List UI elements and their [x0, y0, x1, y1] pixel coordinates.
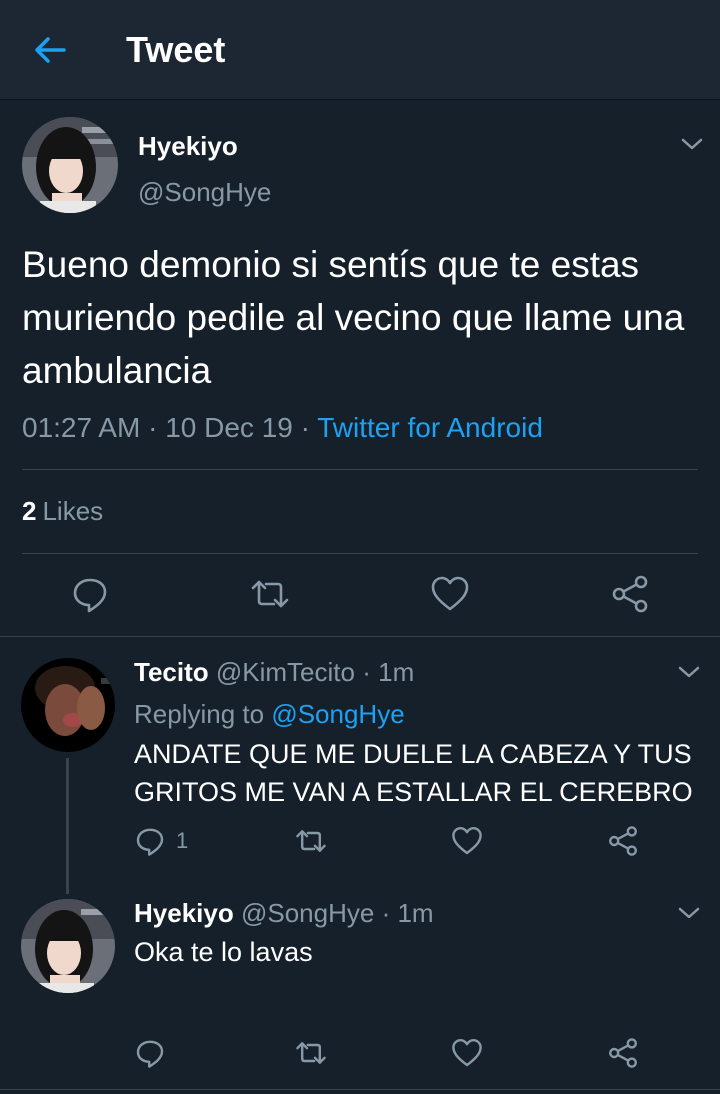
reply-count: 1: [176, 828, 189, 853]
top-bar: Tweet: [0, 0, 720, 100]
divider: [22, 553, 698, 554]
reply-age: 1m: [397, 898, 434, 928]
retweet-icon: [251, 580, 289, 608]
share-icon: [609, 1038, 637, 1068]
tweet-time: 01:27 AM: [22, 412, 141, 443]
retweet-button[interactable]: [250, 574, 290, 614]
divider: [0, 636, 720, 637]
separator: ·: [362, 657, 371, 687]
heart-icon: [452, 1039, 482, 1067]
like-button[interactable]: [430, 574, 470, 614]
reply-button[interactable]: 1: [134, 824, 188, 858]
reply-icon: [136, 1040, 164, 1068]
arrow-left-icon: [35, 37, 66, 63]
reply-button[interactable]: [134, 1036, 166, 1070]
author-handle[interactable]: @SongHye: [138, 176, 271, 208]
reply-author-name[interactable]: Hyekiyo: [134, 898, 234, 928]
heart-icon: [431, 576, 469, 611]
tweet-date: 10 Dec 19: [165, 412, 293, 443]
likes-stat[interactable]: 2 Likes: [22, 494, 103, 528]
likes-label: Likes: [42, 496, 104, 526]
separator: ·: [381, 898, 391, 928]
like-button[interactable]: [451, 1036, 483, 1070]
likes-count: 2: [22, 496, 37, 526]
thread-line: [66, 758, 69, 894]
share-button[interactable]: [607, 1036, 639, 1070]
tweet-text: Bueno demonio si sentís que te estas mur…: [22, 244, 685, 391]
author-name[interactable]: Hyekiyo: [138, 130, 238, 162]
back-button[interactable]: [30, 30, 70, 70]
tweet-menu-button[interactable]: [680, 135, 704, 153]
reply-age: 1m: [378, 657, 415, 687]
replying-to-handle[interactable]: @SongHye: [271, 699, 404, 729]
share-icon: [612, 575, 648, 613]
like-button[interactable]: [451, 824, 483, 858]
chevron-down-icon: [678, 666, 700, 678]
retweet-icon: [296, 1042, 326, 1064]
tweet-meta: 01:27 AM · 10 Dec 19 · Twitter for Andro…: [22, 410, 543, 446]
reply-icon: [136, 828, 164, 856]
replying-to-label: Replying to: [134, 699, 265, 729]
author-avatar[interactable]: [22, 117, 118, 213]
tweet-detail-screen: Tweet Hyekiyo @SongHye Bueno demonio si …: [0, 0, 720, 1094]
share-icon: [609, 826, 637, 856]
reply-avatar[interactable]: [21, 899, 115, 993]
separator: ·: [148, 412, 158, 443]
share-button[interactable]: [610, 574, 650, 614]
reply-menu-button[interactable]: [677, 663, 701, 681]
reply-icon: [73, 578, 107, 613]
chevron-down-icon: [681, 138, 703, 150]
share-button[interactable]: [607, 824, 639, 858]
retweet-button[interactable]: [295, 1036, 327, 1070]
replying-to: Replying to @SongHye: [134, 699, 405, 729]
retweet-icon: [296, 830, 326, 852]
separator: ·: [300, 412, 310, 443]
reply-menu-button[interactable]: [677, 904, 701, 922]
reply-author-handle[interactable]: @SongHye: [241, 898, 374, 928]
reply-text: Oka te lo lavas: [134, 937, 313, 967]
chevron-down-icon: [678, 907, 700, 919]
tweet-source-link[interactable]: Twitter for Android: [317, 412, 543, 443]
reply-text: ANDATE QUE ME DUELE LA CABEZA Y TUS GRIT…: [134, 739, 693, 807]
heart-icon: [452, 827, 482, 855]
reply-button[interactable]: [70, 574, 110, 614]
reply-header: Hyekiyo @SongHye · 1m: [134, 898, 434, 928]
reply-author-handle[interactable]: @KimTecito: [216, 657, 355, 687]
reply-header: Tecito @KimTecito · 1m: [134, 657, 414, 687]
reply-avatar[interactable]: [21, 658, 115, 752]
divider: [22, 469, 698, 470]
divider: [0, 1089, 720, 1090]
reply-author-name[interactable]: Tecito: [134, 657, 209, 687]
page-title: Tweet: [126, 29, 226, 70]
retweet-button[interactable]: [295, 824, 327, 858]
